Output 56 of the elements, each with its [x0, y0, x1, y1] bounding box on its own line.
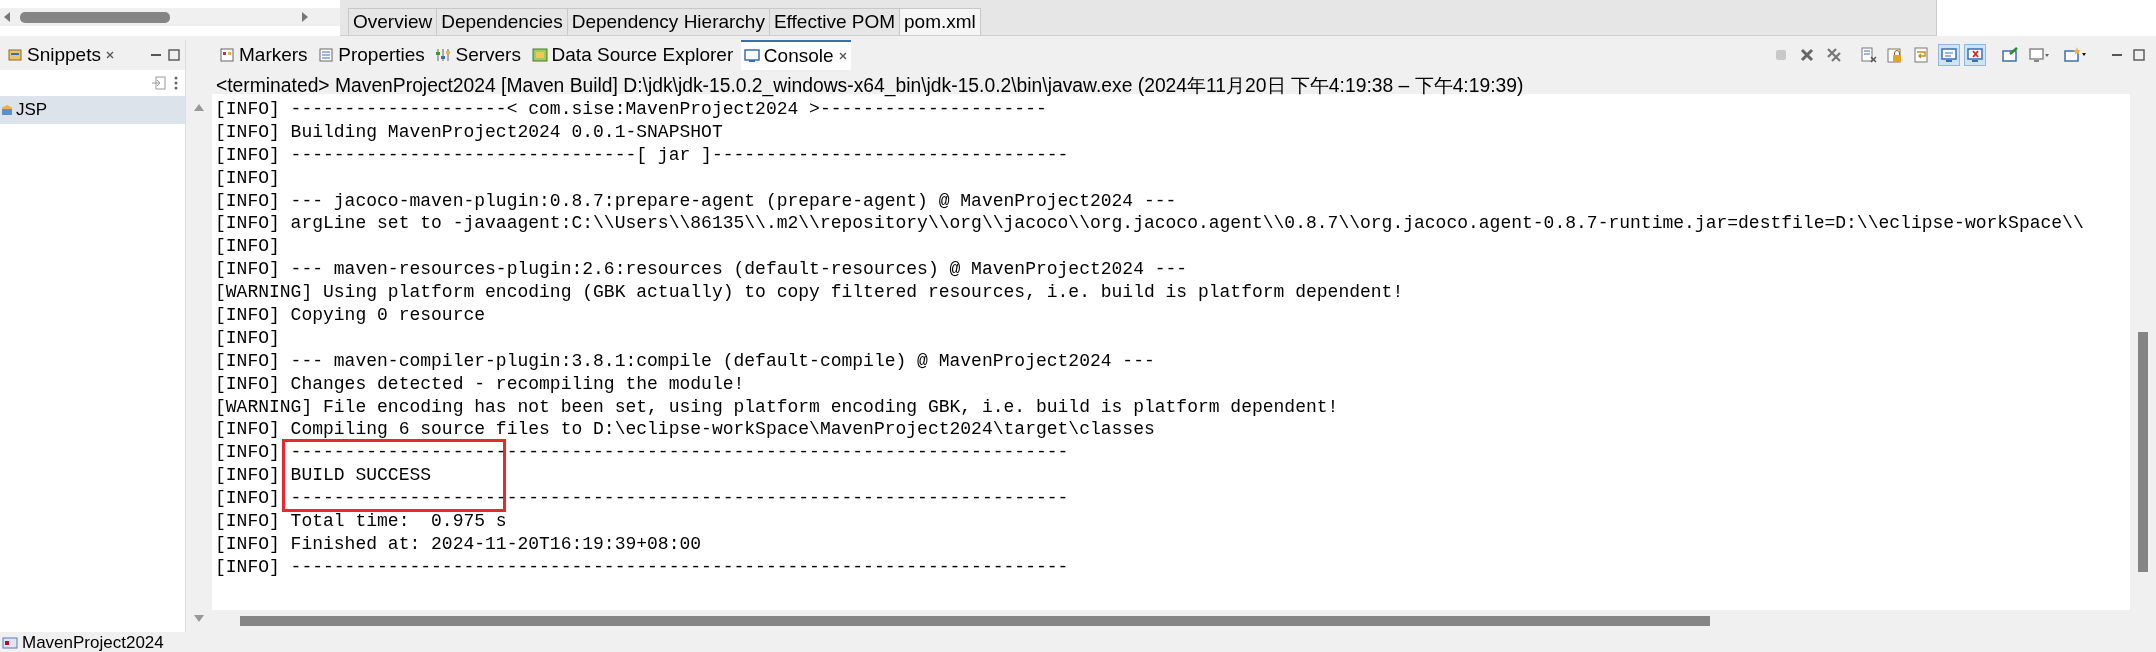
console-line: [INFO] Changes detected - recompiling the module!	[215, 373, 745, 394]
view-tab[interactable]: Markers	[216, 40, 311, 70]
console-line: [WARNING] File encoding has not been set, using platform encoding GBK, i.e. build is platform dependent!	[215, 396, 1339, 417]
view-tab[interactable]: Console	[740, 39, 851, 71]
console-line: [INFO]	[215, 236, 280, 257]
console-line: [INFO]	[215, 167, 280, 188]
new-console-icon[interactable]	[2063, 46, 2087, 64]
close-icon[interactable]	[837, 51, 848, 61]
close-icon[interactable]	[104, 50, 115, 60]
console-line: [INFO] --- maven-resources-plugin:2.6:resources (default-resources) @ MavenProject2024 ---	[215, 259, 1188, 280]
console-line: [INFO] BUILD SUCCESS	[215, 465, 432, 486]
word-wrap-icon[interactable]	[1912, 46, 1931, 64]
view-tab[interactable]: Servers	[432, 40, 524, 70]
console-line: [INFO] ------------------------------------------------------------------------	[215, 442, 1069, 463]
view-tab[interactable]: Properties	[315, 40, 428, 70]
database-icon	[531, 47, 548, 63]
monitor-icon[interactable]	[1939, 46, 1958, 64]
properties-icon	[318, 47, 335, 63]
monitor-icon[interactable]	[1966, 46, 1985, 64]
console-line: [INFO] argLine set to -javaagent:C:\\Users\\86135\\.m2\\repository\\org\\jacoco\\org.jacoco.agent\\0.8.7\\org.jacoco.agent-0.8.7-runtime.jar=destfile=D:\\eclipse-workSpace\\	[215, 213, 2084, 234]
console-line: [INFO] --------------------< com.sise:MavenProject2024 >---------------------	[215, 99, 1047, 119]
pin-icon[interactable]	[2000, 46, 2019, 64]
editor-tab[interactable]: Overview	[348, 8, 438, 35]
console-line: [INFO] Finished at: 2024-11-20T16:19:39+08:00	[215, 533, 702, 554]
console-line: [INFO] Copying 0 resource	[215, 305, 486, 325]
maximize-icon[interactable]	[2132, 48, 2146, 62]
console-line: [INFO] --------------------------------[ jar ]---------------------------------	[215, 144, 1069, 165]
remove-all-icon[interactable]	[1825, 46, 1843, 64]
horizontal-scrollbar[interactable]	[0, 8, 340, 26]
console-line: [INFO] Compiling 6 source files to D:\eclipse-workSpace\MavenProject2024\target\classes	[215, 419, 1155, 440]
snippets-icon	[7, 47, 23, 63]
more-icon[interactable]	[173, 75, 179, 91]
console-line: [INFO] ------------------------------------------------------------------------	[215, 556, 1069, 577]
drawer-icon	[0, 102, 14, 117]
editor-tab[interactable]: Dependencies	[436, 8, 568, 35]
console-line: [INFO] ------------------------------------------------------------------------	[215, 488, 1069, 509]
console-line: [INFO] --- maven-compiler-plugin:3.8.1:compile (default-compile) @ MavenProject2024 ---	[215, 350, 1155, 371]
console-line: [INFO] Total time: 0.975 s	[215, 511, 507, 532]
maximize-icon[interactable]	[167, 48, 181, 62]
servers-icon	[435, 47, 452, 63]
editor-tab[interactable]: Dependency Hierarchy	[566, 8, 770, 35]
console-line: [INFO] --- jacoco-maven-plugin:0.8.7:prepare-agent (prepare-agent) @ MavenProject2024 ---	[215, 190, 1177, 211]
console-line: [INFO]	[215, 327, 280, 348]
view-tab[interactable]: Data Source Explorer	[528, 40, 737, 70]
console-line: [INFO] Building MavenProject2024 0.0.1-SNAPSHOT	[215, 121, 723, 142]
scroll-up-icon[interactable]	[193, 102, 205, 112]
scroll-down-icon[interactable]	[193, 614, 205, 624]
status-text: MavenProject2024	[22, 632, 164, 652]
snippet-drawer[interactable]: JSP	[0, 96, 185, 124]
markers-icon	[219, 47, 235, 63]
editor-tab[interactable]: pom.xml	[899, 8, 981, 35]
monitor-icon	[743, 48, 760, 64]
console-line: [WARNING] Using platform encoding (GBK actually) to copy filtered resources, i.e. build is platform dependent!	[215, 282, 1404, 303]
clear-console-icon[interactable]	[1859, 46, 1878, 64]
project-icon	[2, 635, 18, 651]
import-icon[interactable]	[151, 75, 167, 91]
